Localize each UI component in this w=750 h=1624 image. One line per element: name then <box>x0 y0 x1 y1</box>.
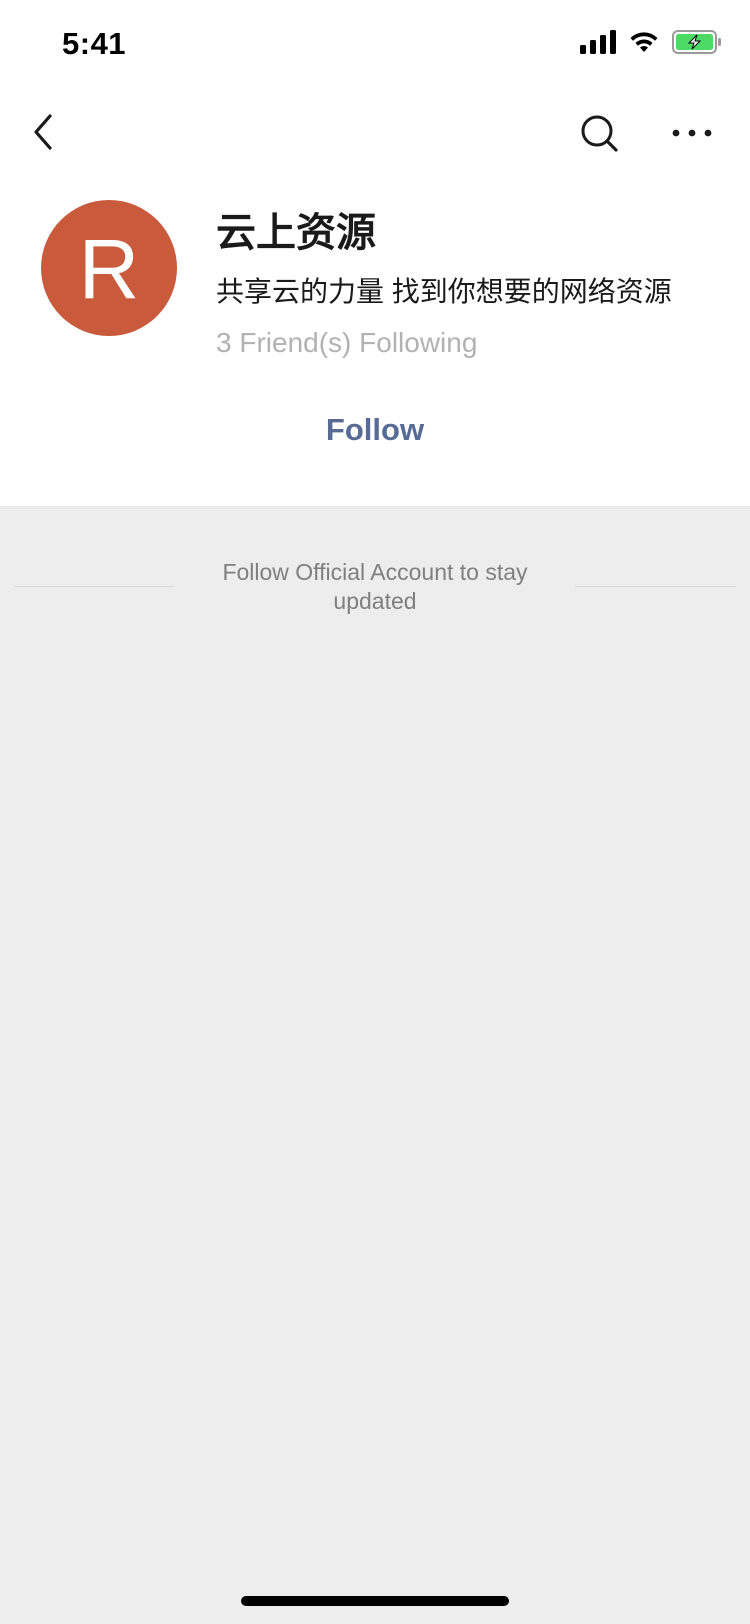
account-description: 共享云的力量 找到你想要的网络资源 <box>216 276 672 307</box>
friends-following-count[interactable]: 3 Friend(s) Following <box>216 327 477 359</box>
search-button[interactable] <box>578 112 622 156</box>
follow-button[interactable]: Follow <box>275 400 475 460</box>
battery-charging-icon <box>672 30 721 54</box>
search-icon <box>581 115 618 152</box>
profile-header: 5:41 R 云上资源 共享云的力量 找到你想要的网络资源 3 Friend(s… <box>0 0 750 507</box>
more-horizontal-icon <box>672 129 712 137</box>
status-time: 5:41 <box>62 26 127 61</box>
divider-left <box>14 586 174 587</box>
status-icons <box>580 30 722 54</box>
divider-right <box>575 586 736 587</box>
follow-hint: Follow Official Account to stay updated <box>222 559 528 614</box>
wifi-icon <box>630 32 658 52</box>
more-button[interactable] <box>670 118 714 148</box>
home-indicator[interactable] <box>241 1596 509 1606</box>
account-name: 云上资源 <box>216 211 376 255</box>
chevron-left-icon <box>34 114 52 150</box>
avatar[interactable]: R <box>41 200 177 336</box>
back-button[interactable] <box>26 108 66 156</box>
cellular-signal-icon <box>580 30 616 54</box>
avatar-letter: R <box>78 222 140 316</box>
